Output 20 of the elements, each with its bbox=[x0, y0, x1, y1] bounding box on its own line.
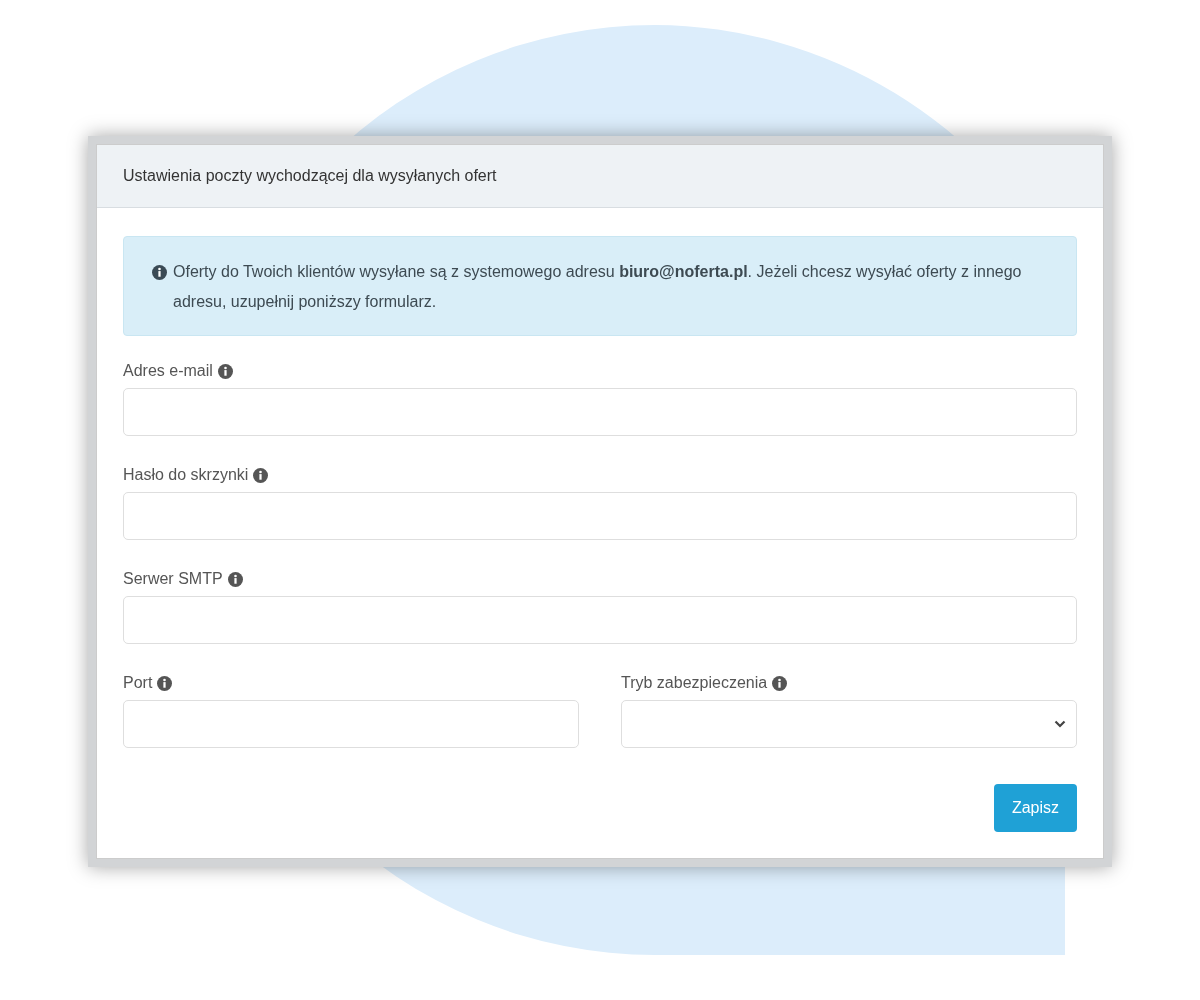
panel-title: Ustawienia poczty wychodzącej dla wysyłanych ofert bbox=[123, 167, 497, 185]
info-icon bbox=[772, 675, 788, 691]
field-label: Tryb zabezpieczenia bbox=[621, 674, 768, 692]
select-field[interactable] bbox=[621, 700, 1077, 748]
input-field[interactable] bbox=[123, 596, 1077, 644]
info-icon bbox=[253, 467, 269, 483]
info-text: Oferty do Twoich klientów wysyłane są z systemowego adresu biuro@noferta.pl. Jeżeli chcesz wysyłać oferty z innego adresu, uzupełnij poniższy formularz. bbox=[173, 262, 1023, 312]
field-label: Serwer SMTP bbox=[123, 570, 223, 588]
field-label: Hasło do skrzynki bbox=[123, 466, 249, 484]
info-icon bbox=[227, 571, 243, 587]
info-icon bbox=[157, 675, 173, 691]
info-icon bbox=[152, 265, 167, 280]
input-field[interactable] bbox=[123, 492, 1077, 540]
input-field[interactable] bbox=[123, 388, 1077, 436]
field-label: Port bbox=[123, 674, 153, 692]
save-button[interactable]: Zapisz bbox=[993, 784, 1077, 832]
field-label: Adres e-mail bbox=[123, 362, 213, 380]
chevron-down-icon bbox=[1054, 720, 1066, 728]
input-field[interactable] bbox=[123, 700, 579, 748]
info-icon bbox=[217, 363, 233, 379]
